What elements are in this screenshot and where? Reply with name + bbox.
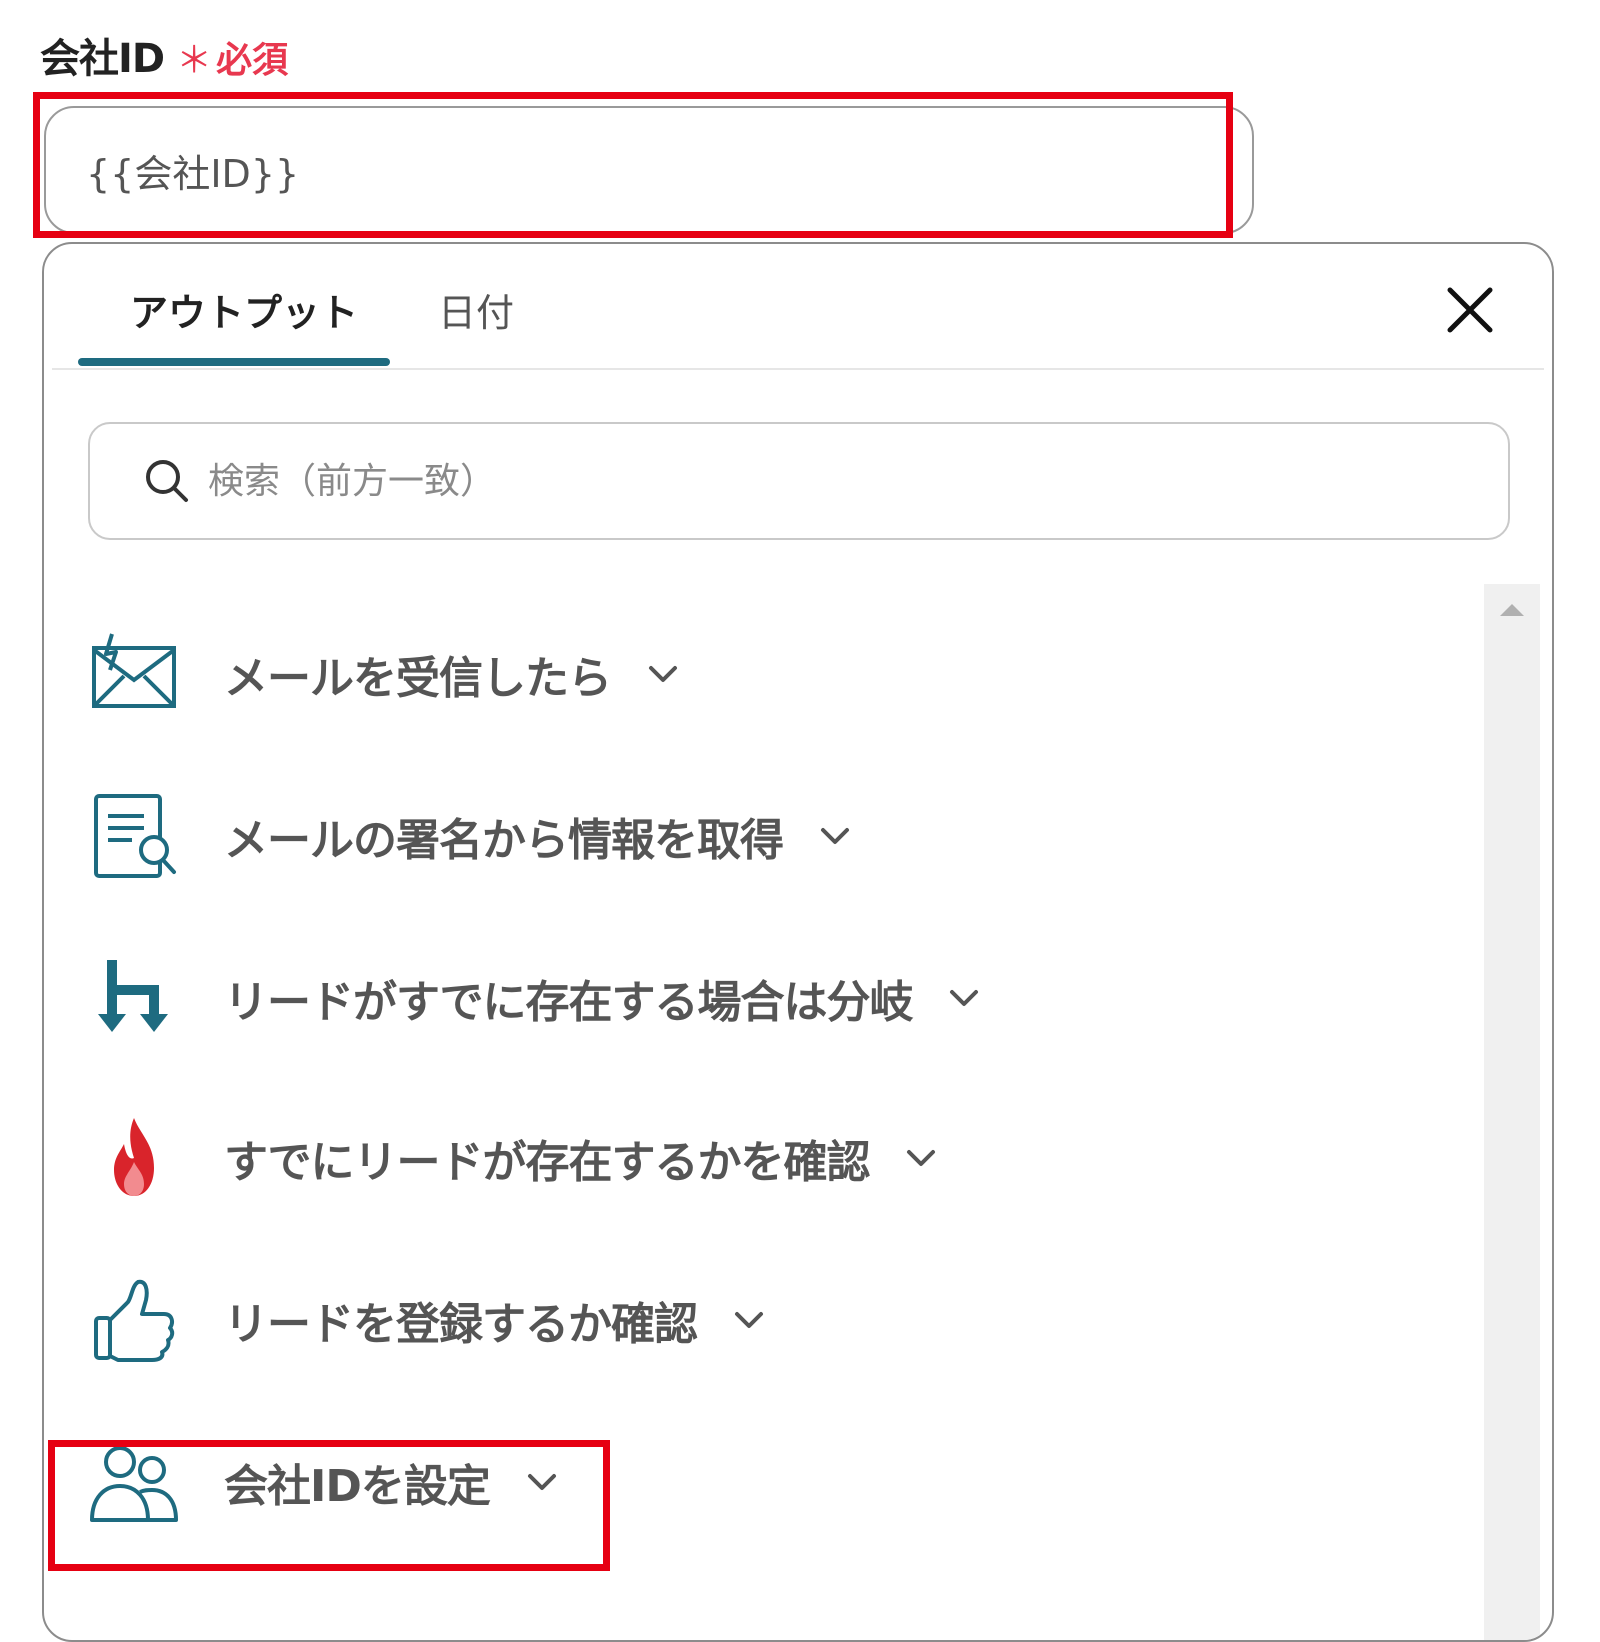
list-item-label: リードを登録するか確認	[224, 1299, 698, 1350]
list-item-label: メールを受信したら	[224, 653, 612, 704]
chevron-down-icon	[649, 666, 677, 682]
list-item-set-company-id[interactable]: 会社IDを設定	[88, 1422, 562, 1542]
chevron-down-icon	[821, 828, 849, 844]
flame-icon	[88, 1112, 180, 1204]
field-label: 会社ID ＊必須	[40, 26, 288, 84]
company-id-input[interactable]: {{会社ID}}	[44, 106, 1254, 234]
list-item-register-confirm[interactable]: リードを登録するか確認	[88, 1260, 769, 1380]
tab-divider	[52, 368, 1544, 370]
search-box[interactable]	[88, 422, 1510, 540]
list-item-label: リードがすでに存在する場合は分岐	[224, 977, 913, 1028]
required-indicator: ＊必須	[176, 40, 289, 81]
scrollbar[interactable]	[1484, 584, 1540, 1640]
mail-trigger-icon	[88, 628, 180, 720]
list-item-mail-received[interactable]: メールを受信したら	[88, 614, 683, 734]
close-icon[interactable]	[1440, 280, 1500, 340]
chevron-down-icon	[527, 1474, 556, 1490]
output-picker-panel: アウトプット 日付 メールを受信したら	[42, 242, 1554, 1642]
scroll-up-arrow-icon[interactable]	[1500, 604, 1524, 616]
list-item-branch[interactable]: リードがすでに存在する場合は分岐	[88, 938, 984, 1058]
search-input[interactable]	[206, 459, 1410, 503]
active-tab-indicator	[78, 358, 390, 366]
users-icon	[88, 1436, 180, 1528]
chevron-down-icon	[950, 990, 979, 1006]
document-search-icon	[88, 790, 180, 882]
chevron-down-icon	[735, 1312, 763, 1328]
chevron-down-icon	[907, 1150, 936, 1166]
list-item-check-lead[interactable]: すでにリードが存在するかを確認	[88, 1098, 941, 1218]
tab-date[interactable]: 日付	[438, 282, 514, 337]
tab-output[interactable]: アウトプット	[130, 282, 358, 337]
list-item-label: すでにリードが存在するかを確認	[224, 1137, 870, 1188]
field-label-text: 会社ID	[40, 36, 165, 82]
list-item-signature-info[interactable]: メールの署名から情報を取得	[88, 776, 855, 896]
thumbs-up-icon	[88, 1274, 180, 1366]
search-icon	[146, 460, 188, 502]
list-item-label: 会社IDを設定	[224, 1461, 491, 1512]
tab-bar: アウトプット 日付	[44, 244, 1552, 374]
list-item-label: メールの署名から情報を取得	[224, 815, 784, 866]
branch-icon	[88, 952, 180, 1044]
